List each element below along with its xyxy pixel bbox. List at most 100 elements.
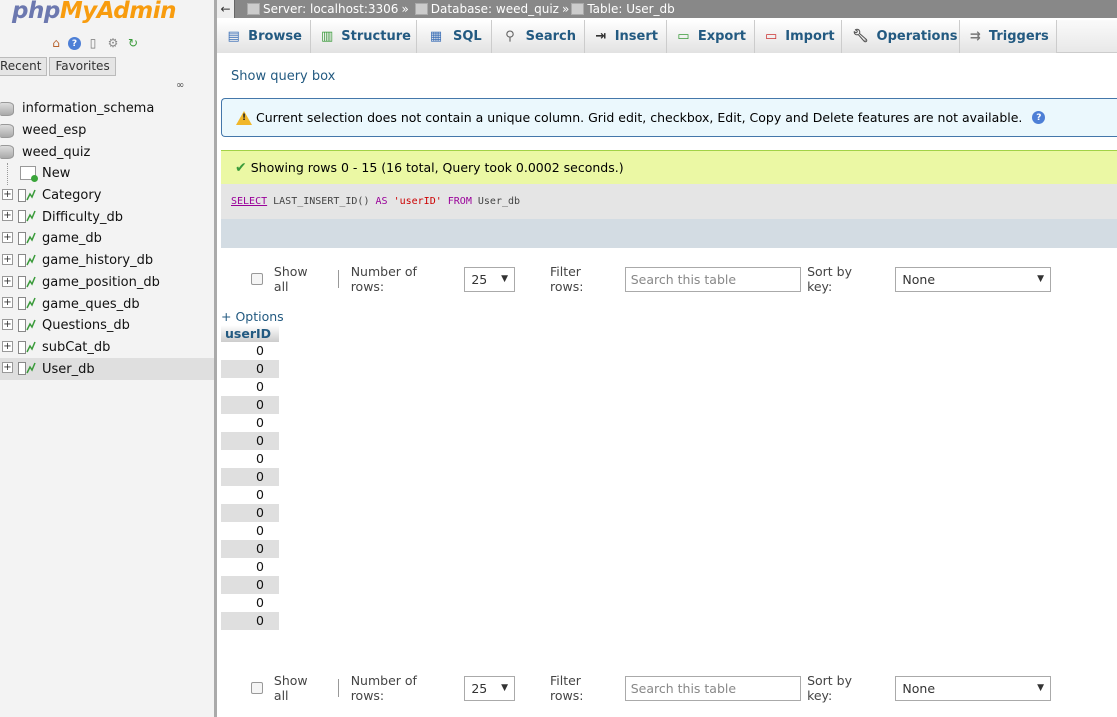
show-query-box-link[interactable]: Show query box: [231, 69, 335, 84]
breadcrumb-database[interactable]: Database: weed_quiz: [414, 2, 559, 16]
options-link[interactable]: + Options: [221, 309, 284, 324]
expand-icon[interactable]: +: [2, 275, 13, 287]
divider: [337, 679, 339, 697]
new-table-icon: [20, 166, 38, 183]
tree-table-item[interactable]: + Category: [0, 185, 214, 207]
sql-query-display: SELECT LAST_INSERT_ID() AS 'userID' FROM…: [221, 184, 1117, 219]
table-cell: 0: [256, 379, 264, 394]
column-header-userid[interactable]: userID: [221, 325, 279, 342]
server-icon: [247, 3, 260, 15]
tree-db-information_schema[interactable]: information_schema: [0, 98, 214, 120]
tab-search[interactable]: ⚲ Search: [492, 20, 585, 53]
breadcrumb-server[interactable]: Server: localhost:3306: [247, 2, 398, 16]
sql-keyword-as: AS: [375, 196, 388, 207]
tab-import[interactable]: ▭ Import: [755, 20, 842, 53]
notice-text: Current selection does not contain a uni…: [256, 110, 1023, 125]
tree-db-weed_quiz[interactable]: weed_quiz: [0, 141, 214, 163]
help-icon[interactable]: ?: [1032, 111, 1046, 124]
sql-query-toolbar: [221, 219, 1117, 248]
tab-structure[interactable]: ▥ Structure: [311, 20, 417, 53]
export-icon: ▭: [677, 29, 690, 44]
collapse-arrow-icon[interactable]: ←: [217, 0, 235, 18]
show-all-label: Show all: [273, 673, 308, 703]
table-structure-icon[interactable]: [18, 253, 36, 267]
tab-triggers[interactable]: ⇉ Triggers: [960, 20, 1057, 53]
table-structure-icon[interactable]: [18, 210, 36, 224]
tree-table-item[interactable]: + subCat_db: [0, 337, 214, 359]
table-structure-icon[interactable]: [18, 340, 36, 354]
table-structure-icon[interactable]: [18, 362, 36, 376]
sort-by-key-label: Sort by key:: [807, 673, 852, 703]
expand-icon[interactable]: +: [2, 232, 13, 244]
docs-icon[interactable]: ▯: [85, 35, 101, 51]
tab-browse[interactable]: ▤ Browse: [217, 20, 311, 53]
breadcrumb: ← Server: localhost:3306 » Database: wee…: [217, 0, 1117, 18]
table-navigation-bottom: Show all Number of rows: 25 ▼ Filter rows…: [251, 673, 1052, 703]
tab-recent[interactable]: Recent: [0, 57, 48, 76]
filter-rows-label: Filter rows:: [549, 264, 584, 294]
tree-table-item-selected[interactable]: + User_db: [0, 358, 214, 380]
show-all-checkbox[interactable]: [251, 682, 263, 694]
table-cell: 0: [256, 559, 264, 574]
sql-keyword-select[interactable]: SELECT: [231, 196, 267, 207]
table-cell: 0: [221, 360, 279, 378]
help-icon[interactable]: ?: [68, 37, 81, 50]
tree-table-item[interactable]: + game_position_db: [0, 272, 214, 294]
warning-icon: !: [236, 110, 252, 125]
tree-table-item[interactable]: + game_db: [0, 228, 214, 250]
success-message: ✔ Showing rows 0 - 15 (16 total, Query t…: [221, 150, 1117, 184]
sort-by-key-select[interactable]: None ▼: [895, 266, 1052, 292]
table-structure-icon[interactable]: [18, 297, 36, 311]
browse-icon: ▤: [227, 29, 240, 44]
sql-table: User_db: [471, 196, 521, 207]
table-cell: 0: [221, 432, 279, 450]
expand-icon[interactable]: +: [2, 362, 13, 374]
link-icon[interactable]: ∞: [176, 80, 184, 91]
notice-message: ! Current selection does not contain a u…: [221, 98, 1117, 137]
tab-insert[interactable]: ⇥ Insert: [585, 20, 667, 53]
filter-rows-input[interactable]: Search this table: [624, 675, 802, 701]
filter-rows-label: Filter rows:: [549, 673, 584, 703]
table-cell: 0: [256, 343, 264, 358]
table-structure-icon[interactable]: [18, 318, 36, 332]
expand-icon[interactable]: +: [2, 340, 13, 352]
tree-table-item[interactable]: + Difficulty_db: [0, 206, 214, 228]
expand-icon[interactable]: +: [2, 297, 13, 309]
tab-export[interactable]: ▭ Export: [667, 20, 755, 53]
expand-icon[interactable]: +: [2, 253, 13, 265]
reload-icon[interactable]: ↻: [125, 35, 141, 51]
tree-table-item[interactable]: + Questions_db: [0, 315, 214, 337]
main-content: ← Server: localhost:3306 » Database: wee…: [217, 0, 1117, 717]
breadcrumb-table[interactable]: Table: User_db: [571, 2, 675, 16]
expand-icon[interactable]: +: [2, 210, 13, 222]
table-structure-icon[interactable]: [18, 232, 36, 246]
number-of-rows-select[interactable]: 25 ▼: [464, 675, 515, 701]
phpmyadmin-logo[interactable]: phpMyAdmin: [12, 0, 176, 24]
table-structure-icon[interactable]: [18, 275, 36, 289]
settings-icon[interactable]: ⚙: [105, 35, 121, 51]
tab-favorites[interactable]: Favorites: [49, 57, 116, 76]
table-structure-icon[interactable]: [18, 188, 36, 202]
tree-table-item[interactable]: + game_history_db: [0, 250, 214, 272]
tab-operations[interactable]: 🔧︎ Operations: [842, 20, 960, 53]
sql-expression: LAST_INSERT_ID(): [267, 196, 376, 207]
table-cell: 0: [221, 504, 279, 522]
expand-icon[interactable]: +: [2, 318, 13, 330]
tab-sql[interactable]: ▦ SQL: [417, 20, 492, 53]
home-icon[interactable]: ⌂: [48, 35, 64, 51]
filter-rows-input[interactable]: Search this table: [624, 266, 802, 292]
tree-db-weed_esp[interactable]: weed_esp: [0, 120, 214, 142]
expand-icon[interactable]: +: [2, 188, 13, 200]
tree-connector: [7, 163, 8, 185]
number-of-rows-select[interactable]: 25 ▼: [464, 266, 515, 292]
show-all-checkbox[interactable]: [251, 273, 263, 285]
chevron-down-icon: ▼: [501, 683, 508, 693]
sort-by-key-select[interactable]: None ▼: [895, 675, 1052, 701]
insert-icon: ⇥: [595, 29, 607, 44]
tree-new-table[interactable]: New: [0, 163, 214, 185]
quick-icons: ⌂ ? ▯ ⚙ ↻: [48, 35, 141, 51]
recent-favorites-tabs: Recent Favorites: [0, 57, 116, 76]
table-cell: 0: [256, 595, 264, 610]
table-navigation-top: Show all Number of rows: 25 ▼ Filter rows…: [251, 264, 1052, 294]
tree-table-item[interactable]: + game_ques_db: [0, 293, 214, 315]
